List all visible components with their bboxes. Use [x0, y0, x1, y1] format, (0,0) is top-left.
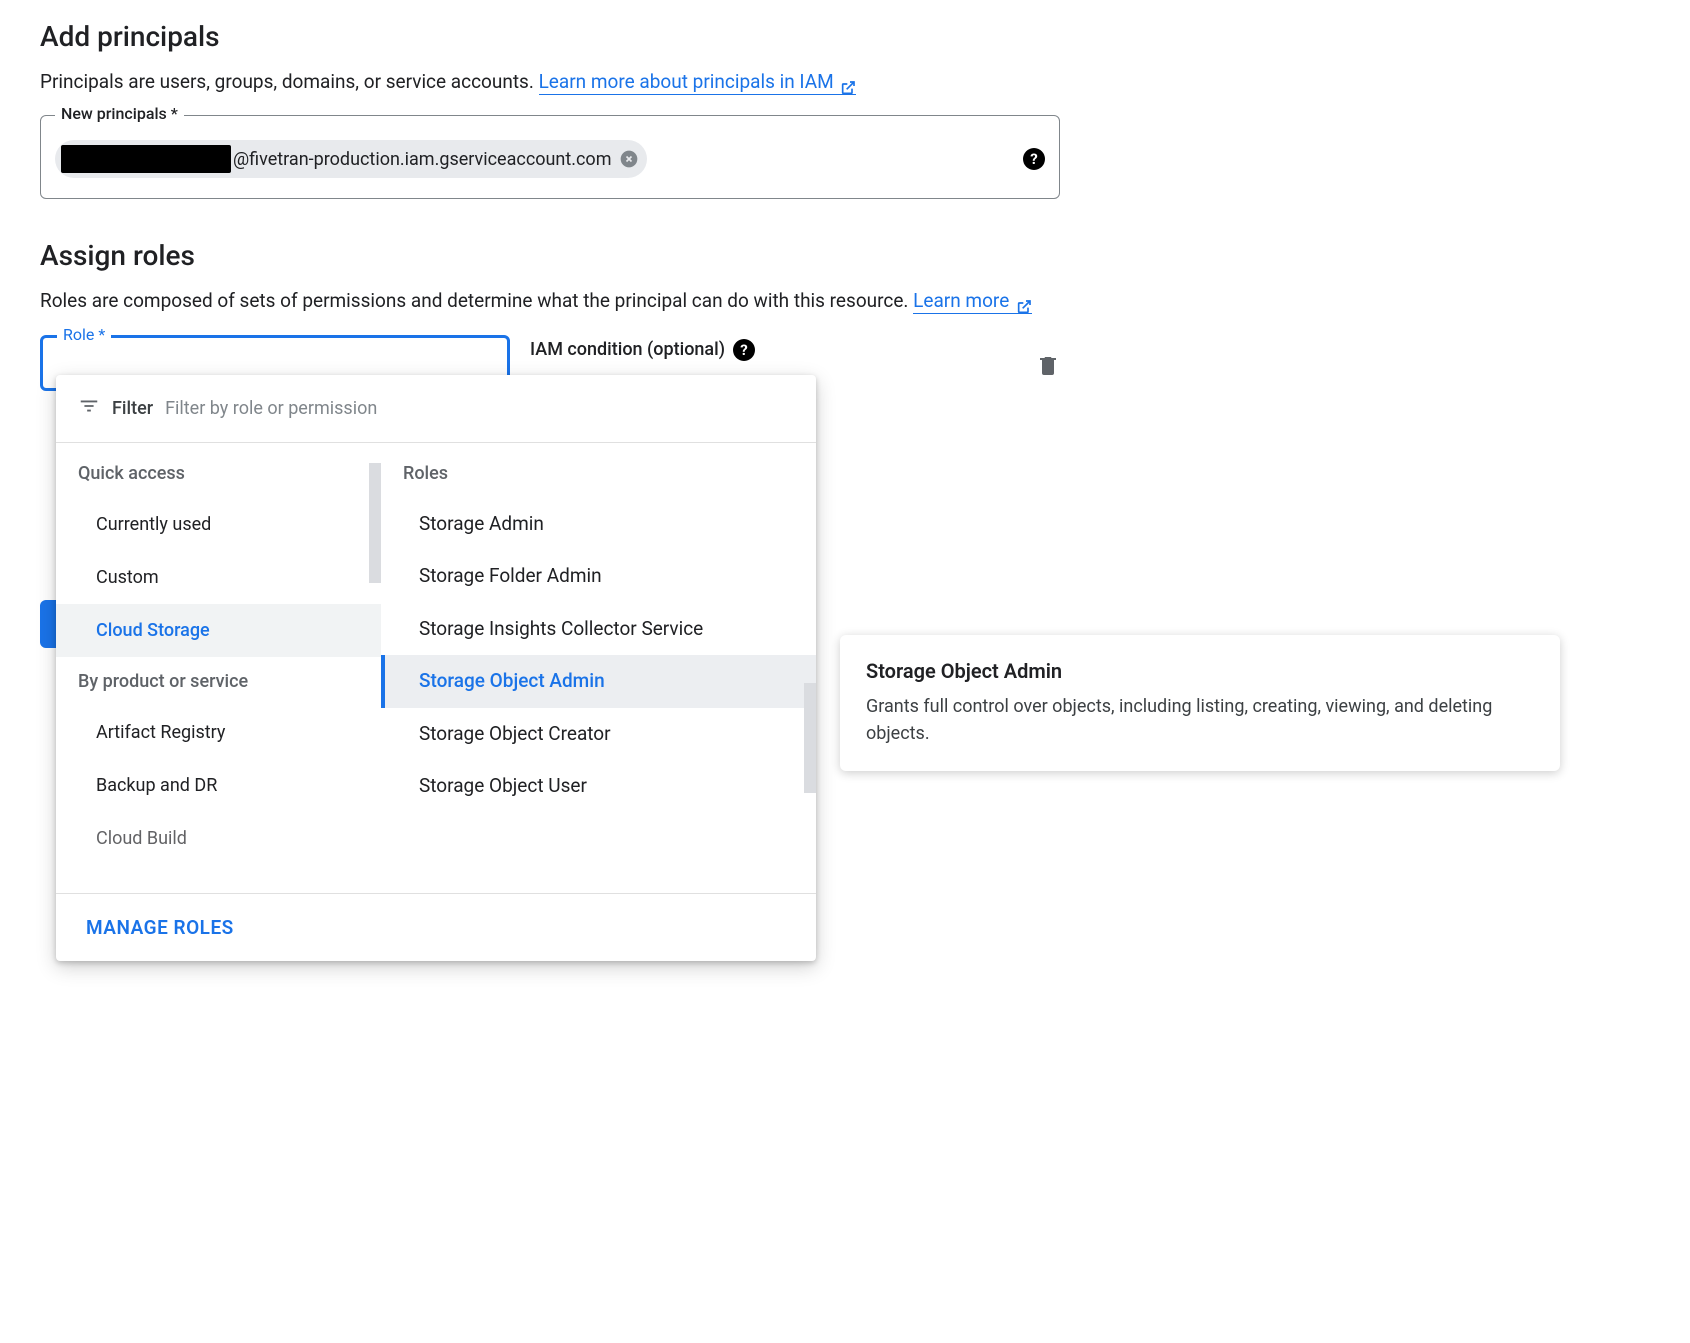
add-principals-desc-text: Principals are users, groups, domains, o…	[40, 70, 539, 93]
dropdown-filter-row[interactable]: Filter Filter by role or permission	[56, 375, 816, 443]
role-item-storage-object-admin[interactable]: Storage Object Admin	[381, 655, 816, 708]
filter-placeholder: Filter by role or permission	[165, 398, 377, 419]
delete-role-button[interactable]	[1036, 335, 1060, 382]
dropdown-right-column: Roles Storage Admin Storage Folder Admin…	[381, 443, 816, 893]
external-link-icon	[840, 75, 856, 91]
category-item-currently-used[interactable]: Currently used	[56, 498, 381, 551]
role-item-storage-admin[interactable]: Storage Admin	[381, 498, 816, 551]
learn-more-principals-link[interactable]: Learn more about principals in IAM	[539, 70, 857, 95]
learn-more-roles-link[interactable]: Learn more	[913, 289, 1032, 314]
role-item-storage-insights-collector[interactable]: Storage Insights Collector Service	[381, 603, 816, 656]
filter-label: Filter	[112, 398, 153, 419]
scrollbar[interactable]	[804, 683, 816, 793]
tooltip-description: Grants full control over objects, includ…	[866, 693, 1534, 747]
category-item-cloud-storage[interactable]: Cloud Storage	[56, 604, 381, 657]
filter-icon	[78, 395, 100, 422]
add-principals-description: Principals are users, groups, domains, o…	[40, 67, 1060, 97]
quick-access-header: Quick access	[56, 443, 381, 498]
iam-condition-text: IAM condition (optional)	[530, 339, 725, 360]
assign-roles-description: Roles are composed of sets of permission…	[40, 286, 1060, 316]
role-item-storage-object-user[interactable]: Storage Object User	[381, 760, 816, 813]
new-principals-label: New principals *	[55, 104, 184, 123]
assign-roles-heading: Assign roles	[40, 239, 1060, 272]
tooltip-title: Storage Object Admin	[866, 659, 1534, 683]
help-icon[interactable]: ?	[1023, 148, 1045, 170]
role-item-storage-object-creator[interactable]: Storage Object Creator	[381, 708, 816, 761]
role-item-storage-folder-admin[interactable]: Storage Folder Admin	[381, 550, 816, 603]
iam-condition-label: IAM condition (optional) ?	[530, 335, 755, 361]
learn-more-principals-text: Learn more about principals in IAM	[539, 70, 834, 93]
chip-remove-icon[interactable]	[619, 149, 639, 169]
by-product-header: By product or service	[56, 657, 381, 706]
category-item-cloud-build[interactable]: Cloud Build	[56, 812, 381, 865]
redacted-prefix	[61, 145, 231, 173]
role-dropdown: Filter Filter by role or permission Quic…	[56, 375, 816, 961]
assign-roles-desc-text: Roles are composed of sets of permission…	[40, 289, 913, 312]
category-item-custom[interactable]: Custom	[56, 551, 381, 604]
learn-more-roles-text: Learn more	[913, 289, 1009, 312]
help-icon[interactable]: ?	[733, 339, 755, 361]
principal-chip-text: @fivetran-production.iam.gserviceaccount…	[233, 149, 611, 170]
role-select-label: Role *	[57, 325, 111, 344]
manage-roles-button[interactable]: MANAGE ROLES	[86, 916, 234, 939]
category-item-artifact-registry[interactable]: Artifact Registry	[56, 706, 381, 759]
external-link-icon	[1016, 294, 1032, 310]
new-principals-input[interactable]: New principals * @fivetran-production.ia…	[40, 115, 1060, 199]
role-tooltip: Storage Object Admin Grants full control…	[840, 635, 1560, 771]
dropdown-left-column: Quick access Currently used Custom Cloud…	[56, 443, 381, 893]
principal-chip[interactable]: @fivetran-production.iam.gserviceaccount…	[55, 140, 647, 178]
scrollbar[interactable]	[369, 463, 381, 583]
category-item-backup-dr[interactable]: Backup and DR	[56, 759, 381, 812]
add-principals-heading: Add principals	[40, 20, 1060, 53]
roles-header: Roles	[381, 443, 816, 498]
